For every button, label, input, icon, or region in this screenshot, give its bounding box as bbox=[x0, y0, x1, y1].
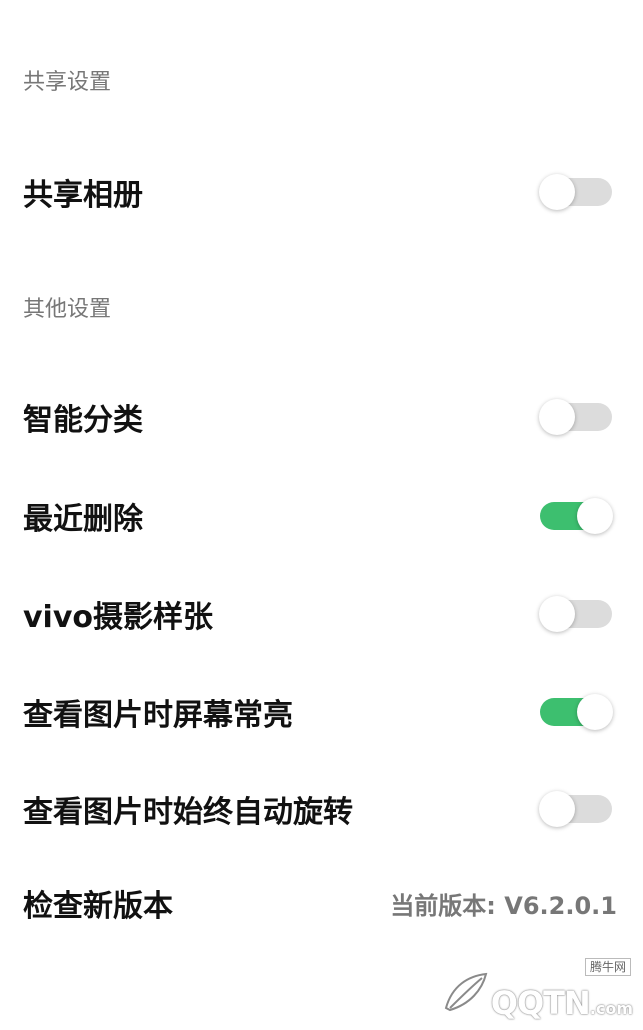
watermark-brand-text: QQTN bbox=[490, 984, 591, 1022]
setting-label-keep-screen-on: 查看图片时屏幕常亮 bbox=[23, 698, 293, 733]
watermark: 腾牛网 QQTN.com bbox=[438, 958, 633, 1022]
setting-label-recently-deleted: 最近删除 bbox=[23, 502, 143, 537]
toggle-knob bbox=[539, 596, 575, 632]
watermark-domain: .com bbox=[589, 999, 633, 1018]
auto-rotate-toggle[interactable] bbox=[539, 791, 612, 827]
toggle-knob bbox=[539, 791, 575, 827]
watermark-brand: QQTN.com bbox=[491, 984, 633, 1022]
keep-screen-on-toggle[interactable] bbox=[540, 694, 613, 730]
setting-label-vivo-samples: vivo摄影样张 bbox=[23, 600, 214, 635]
current-version-text: 当前版本: V6.2.0.1 bbox=[390, 891, 617, 920]
setting-row-recently-deleted[interactable]: 最近删除 bbox=[0, 481, 643, 551]
smart-classify-toggle[interactable] bbox=[539, 399, 612, 435]
setting-row-auto-rotate[interactable]: 查看图片时始终自动旋转 bbox=[0, 774, 643, 844]
settings-screen: 共享设置 共享相册 其他设置 智能分类 最近删除 vivo摄影样张 查看图片时屏… bbox=[0, 0, 643, 1030]
setting-label-smart-classify: 智能分类 bbox=[23, 403, 143, 438]
setting-row-share-album[interactable]: 共享相册 bbox=[0, 157, 643, 227]
section-header-share: 共享设置 bbox=[23, 70, 112, 95]
toggle-knob bbox=[577, 694, 613, 730]
vivo-samples-toggle[interactable] bbox=[539, 596, 612, 632]
leaf-logo-icon bbox=[444, 972, 488, 1012]
section-header-other: 其他设置 bbox=[23, 297, 112, 322]
setting-label-auto-rotate: 查看图片时始终自动旋转 bbox=[23, 795, 353, 830]
setting-label-check-update: 检查新版本 bbox=[23, 889, 173, 924]
toggle-knob bbox=[539, 399, 575, 435]
setting-row-check-update[interactable]: 检查新版本 当前版本: V6.2.0.1 bbox=[0, 868, 643, 938]
toggle-knob bbox=[577, 498, 613, 534]
setting-row-vivo-samples[interactable]: vivo摄影样张 bbox=[0, 579, 643, 649]
recently-deleted-toggle[interactable] bbox=[540, 498, 613, 534]
watermark-tag: 腾牛网 bbox=[584, 958, 631, 977]
toggle-knob bbox=[539, 174, 575, 210]
share-album-toggle[interactable] bbox=[539, 174, 612, 210]
setting-row-smart-classify[interactable]: 智能分类 bbox=[0, 382, 643, 452]
setting-label-share-album: 共享相册 bbox=[23, 178, 143, 213]
setting-row-keep-screen-on[interactable]: 查看图片时屏幕常亮 bbox=[0, 677, 643, 747]
